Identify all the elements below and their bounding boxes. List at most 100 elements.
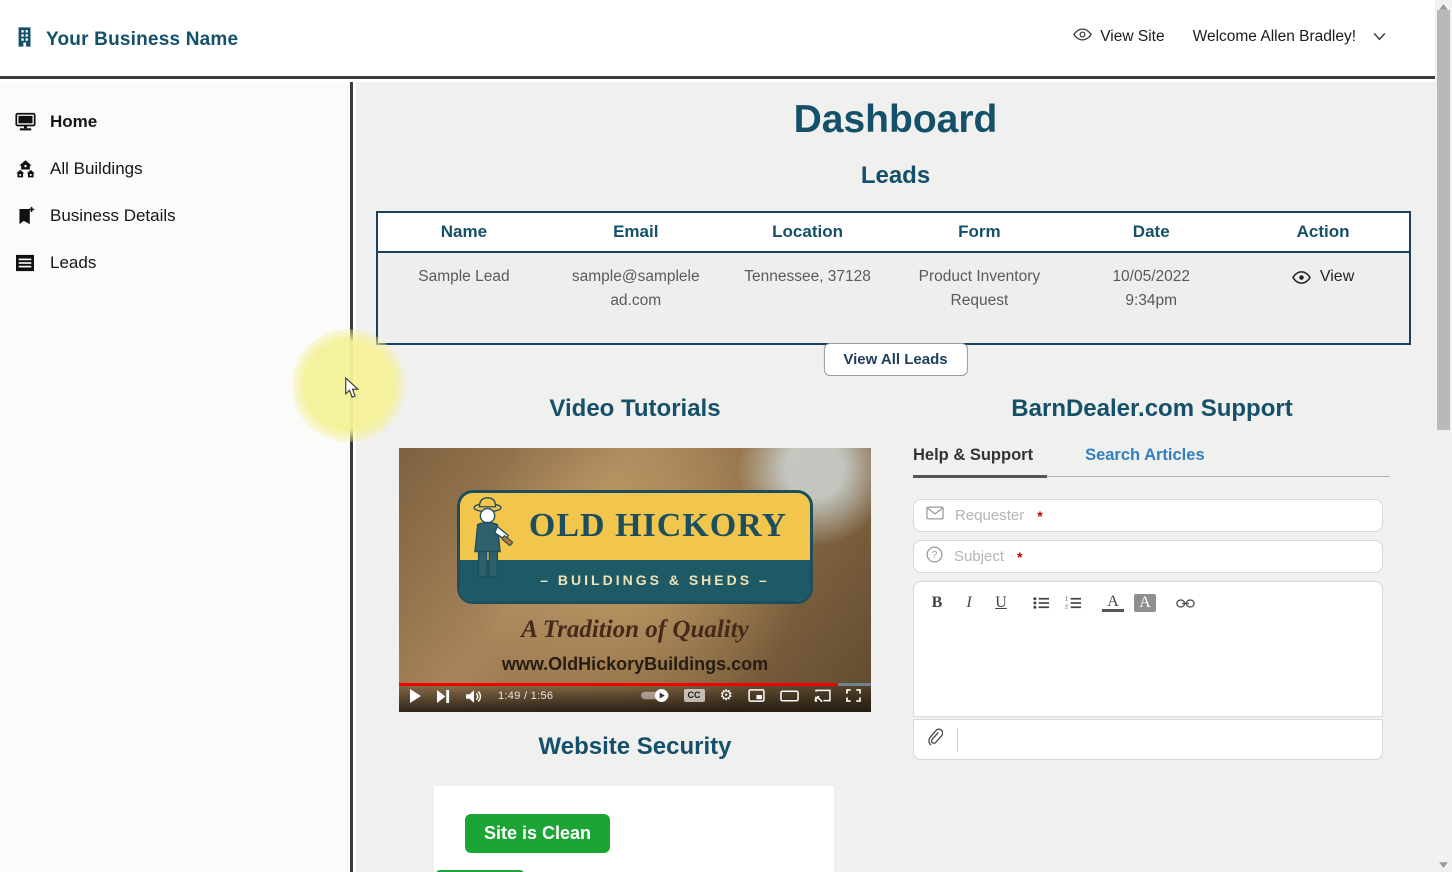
book-plus-icon xyxy=(13,206,37,225)
leads-table-header: Name Email Location Form Date Action xyxy=(378,213,1409,253)
autoplay-toggle[interactable] xyxy=(640,689,669,702)
svg-text:2: 2 xyxy=(1065,605,1068,610)
chevron-down-icon xyxy=(1372,28,1387,46)
requester-field[interactable]: Requester * xyxy=(913,499,1383,532)
support-heading: BarnDealer.com Support xyxy=(1011,395,1293,422)
video-time: 1:49 / 1:56 xyxy=(498,690,554,702)
buildings-icon xyxy=(13,159,37,179)
view-site-link[interactable]: View Site xyxy=(1073,28,1165,46)
page-title: Dashboard xyxy=(793,98,998,141)
lead-date: 10/05/2022 9:34pm xyxy=(1112,268,1191,310)
col-location: Location xyxy=(772,222,843,241)
main-content: Dashboard Leads Name Email Location Form… xyxy=(356,82,1435,872)
video-controls: 1:49 / 1:56 CC ⚙ xyxy=(399,683,871,712)
sidebar-item-all-buildings[interactable]: All Buildings xyxy=(0,145,350,192)
link-button[interactable] xyxy=(1174,592,1196,614)
sidebar-item-leads[interactable]: Leads xyxy=(0,239,350,286)
worker-figure-illustration xyxy=(465,496,519,587)
building-icon xyxy=(14,26,36,53)
top-header: Your Business Name View Site Welcome All… xyxy=(0,0,1435,79)
question-circle-icon: ? xyxy=(926,545,943,568)
tab-help-support[interactable]: Help & Support xyxy=(913,446,1048,478)
col-name: Name xyxy=(440,222,488,241)
vertical-scrollbar[interactable] xyxy=(1435,0,1452,872)
eye-icon xyxy=(1292,268,1311,292)
list-icon xyxy=(13,254,37,272)
leads-heading: Leads xyxy=(860,162,931,189)
highlight-color-button[interactable]: A xyxy=(1134,594,1156,612)
subject-field[interactable]: ? Subject * xyxy=(913,540,1383,573)
lead-location: Tennessee, 37128 xyxy=(744,268,871,285)
support-tabs: Help & Support Search Articles xyxy=(913,446,1390,478)
col-email: Email xyxy=(613,222,659,241)
sidebar-item-label: Leads xyxy=(50,252,97,272)
numbered-list-button[interactable]: 12 xyxy=(1062,592,1084,614)
sidebar-item-label: All Buildings xyxy=(50,158,143,178)
required-asterisk: * xyxy=(1017,548,1023,565)
col-date: Date xyxy=(1132,222,1170,241)
cast-icon[interactable] xyxy=(814,689,831,702)
bold-button[interactable]: B xyxy=(926,592,948,614)
table-row: Sample Lead sample@samplelead.com Tennes… xyxy=(378,253,1409,343)
editor-toolbar: B I U 12 A A xyxy=(914,582,1382,620)
video-tutorials-heading: Video Tutorials xyxy=(549,395,721,422)
video-tagline: A Tradition of Quality xyxy=(521,616,749,643)
sidebar-item-label: Home xyxy=(50,111,98,131)
logo-title: OLD HICKORY xyxy=(528,507,788,545)
editor-text-area[interactable] xyxy=(914,620,1382,706)
security-card: Site is Clean xyxy=(434,786,834,872)
attachment-bar xyxy=(913,719,1383,760)
leads-table: Name Email Location Form Date Action Sam… xyxy=(376,211,1411,346)
miniplayer-icon[interactable] xyxy=(748,689,765,702)
site-is-clean-badge[interactable]: Site is Clean xyxy=(465,814,611,853)
required-asterisk: * xyxy=(1037,507,1043,524)
video-site-url: www.OldHickoryBuildings.com xyxy=(501,654,769,674)
progress-bar[interactable] xyxy=(399,683,871,686)
play-icon[interactable] xyxy=(409,689,421,703)
website-security-heading: Website Security xyxy=(538,733,732,760)
header-actions: View Site Welcome Allen Bradley! xyxy=(1073,28,1387,46)
volume-icon[interactable] xyxy=(466,689,482,703)
desktop-icon xyxy=(13,112,37,132)
envelope-icon xyxy=(926,506,944,525)
lead-email: sample@samplelead.com xyxy=(571,268,700,310)
requester-placeholder: Requester xyxy=(955,507,1025,524)
bullet-list-button[interactable] xyxy=(1030,592,1052,614)
fullscreen-icon[interactable] xyxy=(846,689,861,702)
user-menu[interactable]: Welcome Allen Bradley! xyxy=(1193,28,1387,46)
welcome-text: Welcome Allen Bradley! xyxy=(1192,28,1356,45)
lead-form: Product Inventory Request xyxy=(918,268,1041,310)
theater-mode-icon[interactable] xyxy=(780,689,799,702)
sidebar-item-business-details[interactable]: Business Details xyxy=(0,192,350,239)
lead-name: Sample Lead xyxy=(418,268,510,285)
view-site-label: View Site xyxy=(1100,28,1165,45)
sidebar-item-label: Business Details xyxy=(50,205,176,225)
settings-gear-icon[interactable]: ⚙ xyxy=(720,688,733,703)
view-label: View xyxy=(1319,268,1355,285)
scrollbar-thumb[interactable] xyxy=(1437,10,1450,430)
message-editor: B I U 12 A A xyxy=(913,581,1383,717)
logo-subtitle: – BUILDINGS & SHEDS – xyxy=(540,572,770,589)
col-action: Action xyxy=(1296,222,1350,241)
captions-icon[interactable]: CC xyxy=(683,689,705,702)
sidebar-nav: Home All Buildings Business Details Lead… xyxy=(0,82,353,872)
svg-text:?: ? xyxy=(932,550,938,561)
italic-button[interactable]: I xyxy=(958,592,980,614)
subject-placeholder: Subject xyxy=(954,548,1005,565)
underline-button[interactable]: U xyxy=(990,592,1012,614)
brand-name: Your Business Name xyxy=(46,28,239,50)
scroll-down-arrow[interactable] xyxy=(1435,858,1452,872)
divider xyxy=(957,727,958,752)
col-form: Form xyxy=(958,222,1001,241)
text-color-button[interactable]: A xyxy=(1102,593,1124,612)
paperclip-icon[interactable] xyxy=(926,728,944,752)
svg-text:1: 1 xyxy=(1065,597,1068,603)
next-icon[interactable] xyxy=(437,689,450,703)
video-player[interactable]: OLD HICKORY – BUILDINGS & SHEDS – A Trad… xyxy=(399,448,871,712)
sidebar-item-home[interactable]: Home xyxy=(0,98,350,145)
brand[interactable]: Your Business Name xyxy=(14,26,238,53)
tab-search-articles[interactable]: Search Articles xyxy=(1085,446,1209,476)
view-lead-button[interactable]: View xyxy=(1237,253,1409,343)
eye-icon xyxy=(1073,28,1093,46)
view-all-leads-button[interactable]: View All Leads xyxy=(823,343,968,376)
